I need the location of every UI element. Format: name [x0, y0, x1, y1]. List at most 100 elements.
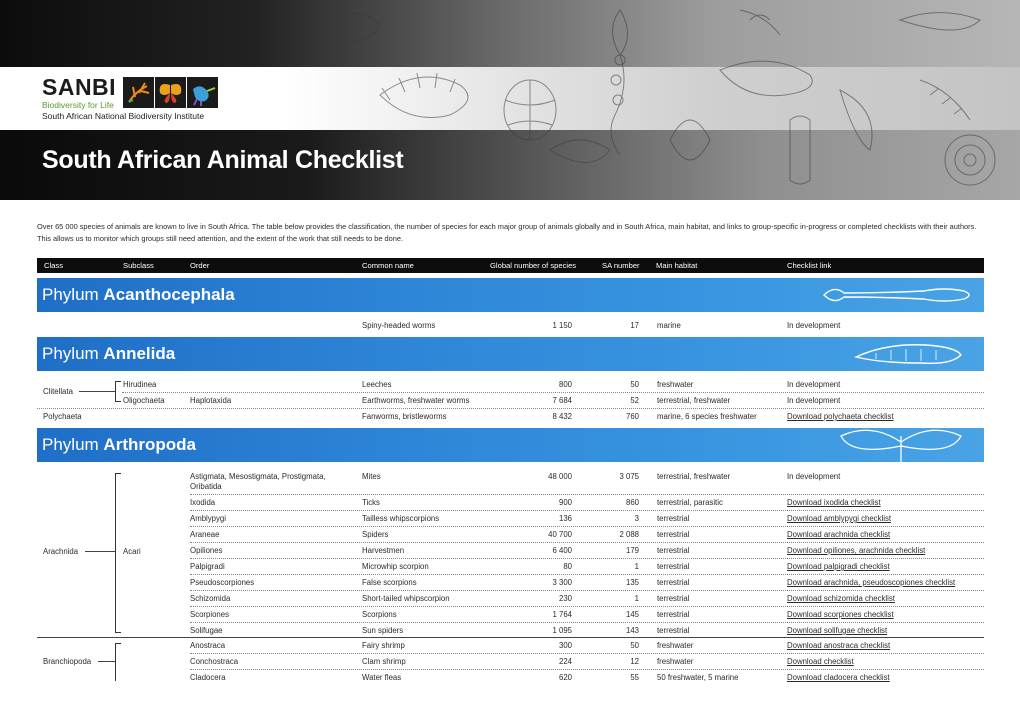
phylum-prefix: Phylum [42, 435, 99, 454]
common-name-cell: Spiders [362, 530, 389, 539]
subclass-cell: Hirudinea [123, 380, 157, 389]
order-cell: Schizomida [190, 594, 231, 603]
subclass-cell: Oligochaeta [123, 396, 165, 405]
order-cell: Pseudoscorpiones [190, 578, 255, 587]
global-number-cell: 80 [563, 562, 572, 571]
checklist-status: In development [787, 472, 841, 481]
order-cell: Conchostraca [190, 657, 239, 666]
bracket [115, 643, 116, 681]
common-name-cell: Scorpions [362, 610, 397, 619]
download-conchostraca-link[interactable]: Download checklist [787, 657, 854, 666]
sa-number-cell: 1 [634, 562, 639, 571]
main-habitat-cell: terrestrial, freshwater [657, 472, 731, 481]
phylum-name: Acanthocephala [103, 285, 235, 304]
row-divider [190, 653, 984, 654]
main-habitat-cell: terrestrial [657, 594, 690, 603]
download-amblypygi-link[interactable]: Download amblypygi checklist [787, 514, 891, 523]
page-title: South African Animal Checklist [42, 146, 404, 174]
download-anostraca-link[interactable]: Download anostraca checklist [787, 641, 890, 650]
connector-line [85, 551, 115, 552]
class-label-arachnida: Arachnida [43, 547, 79, 556]
common-name-cell: Fanworms, bristleworms [362, 412, 447, 421]
phylum-name: Annelida [103, 344, 176, 363]
animal-sketches-illustration [329, 9, 996, 186]
download-ixodida-link[interactable]: Download ixodida checklist [787, 498, 881, 507]
common-name-cell: Spiny-headed worms [362, 321, 436, 330]
sa-number-cell: 3 [634, 514, 639, 523]
bracket [115, 381, 116, 402]
download-schizomida-link[interactable]: Download schizomida checklist [787, 594, 895, 603]
global-number-cell: 300 [558, 641, 572, 650]
bird-of-paradise-flower-icon [123, 77, 154, 108]
download-palpigradi-link[interactable]: Download palpigradi checklist [787, 562, 890, 571]
phylum-name: Arthropoda [103, 435, 196, 454]
main-habitat-cell: terrestrial [657, 610, 690, 619]
sa-number-cell: 1 [634, 594, 639, 603]
class-label-branchiopoda: Branchiopoda [43, 657, 92, 666]
row-divider [122, 392, 984, 393]
sa-number-cell: 143 [625, 626, 639, 635]
subclass-label-acari: Acari [123, 547, 141, 556]
global-number-cell: 136 [558, 514, 572, 523]
global-number-cell: 8 432 [552, 412, 572, 421]
worm-icon [823, 288, 970, 302]
common-name-cell: Leeches [362, 380, 392, 389]
sa-number-cell: 145 [625, 610, 639, 619]
butterfly-sketch-icon [840, 429, 962, 462]
download-pseudoscorpiones-link[interactable]: Download arachnida, pseudoscopiones chec… [787, 578, 955, 587]
main-habitat-cell: freshwater [657, 657, 694, 666]
sa-number-cell: 50 [630, 641, 639, 650]
row-divider [190, 622, 984, 623]
order-cell: Opiliones [190, 546, 223, 555]
checklist-status: In development [787, 321, 841, 330]
download-solifugae-link[interactable]: Download solifugae checklist [787, 626, 887, 635]
order-cell: Ixodida [190, 498, 216, 507]
sa-number-cell: 135 [625, 578, 639, 587]
main-habitat-cell: marine, 6 species freshwater [657, 412, 757, 421]
main-habitat-cell: terrestrial [657, 626, 690, 635]
sa-number-cell: 2 088 [619, 530, 639, 539]
sa-number-cell: 3 075 [619, 472, 639, 481]
section-divider [37, 637, 984, 638]
main-habitat-cell: terrestrial, freshwater [657, 396, 731, 405]
order-cell: Haplotaxida [190, 396, 232, 405]
download-cladocera-link[interactable]: Download cladocera checklist [787, 673, 890, 682]
common-name-cell: Tailless whipscorpions [362, 514, 440, 523]
global-number-cell: 900 [558, 498, 572, 507]
row-divider [190, 494, 984, 495]
sa-number-cell: 17 [630, 321, 639, 330]
download-arachnida-link[interactable]: Download arachnida checklist [787, 530, 890, 539]
order-cell: Palpigradi [190, 562, 225, 571]
main-habitat-cell: terrestrial [657, 530, 690, 539]
column-header-subclass: Subclass [123, 261, 154, 270]
row-divider [190, 574, 984, 575]
global-number-cell: 224 [558, 657, 572, 666]
column-header-sa-number: SA number [602, 261, 640, 270]
phylum-band-acanthocephala: Phylum Acanthocephala [37, 278, 984, 312]
bracket-tick [115, 381, 121, 382]
order-cell: Astigmata, Mesostigmata, Prostigmata, Ori… [190, 472, 326, 491]
global-number-cell: 6 400 [552, 546, 572, 555]
global-number-cell: 3 300 [552, 578, 572, 587]
common-name-cell: Clam shrimp [362, 657, 406, 666]
common-name-cell: False scorpions [362, 578, 417, 587]
common-name-cell: Harvestmen [362, 546, 405, 555]
global-number-cell: 48 000 [548, 472, 572, 481]
main-habitat-cell: 50 freshwater, 5 marine [657, 673, 739, 682]
table-header: Class Subclass Order Common name Global … [37, 258, 984, 273]
connector-line [98, 661, 115, 662]
class-cell: Polychaeta [43, 412, 82, 421]
column-header-class: Class [44, 261, 63, 270]
download-opiliones-link[interactable]: Download opiliones, arachnida checklist [787, 546, 925, 555]
global-number-cell: 1 150 [552, 321, 572, 330]
download-scorpiones-link[interactable]: Download scorpiones checklist [787, 610, 894, 619]
main-habitat-cell: terrestrial [657, 562, 690, 571]
order-cell: Araneae [190, 530, 220, 539]
global-number-cell: 620 [558, 673, 572, 682]
common-name-cell: Short-tailed whipscorpion [362, 594, 450, 603]
order-cell: Amblypygi [190, 514, 226, 523]
phylum-prefix: Phylum [42, 285, 99, 304]
connector-line [79, 391, 115, 392]
column-header-global-number: Global number of species [490, 261, 577, 270]
download-polychaeta-link[interactable]: Download polychaeta checklist [787, 412, 894, 421]
